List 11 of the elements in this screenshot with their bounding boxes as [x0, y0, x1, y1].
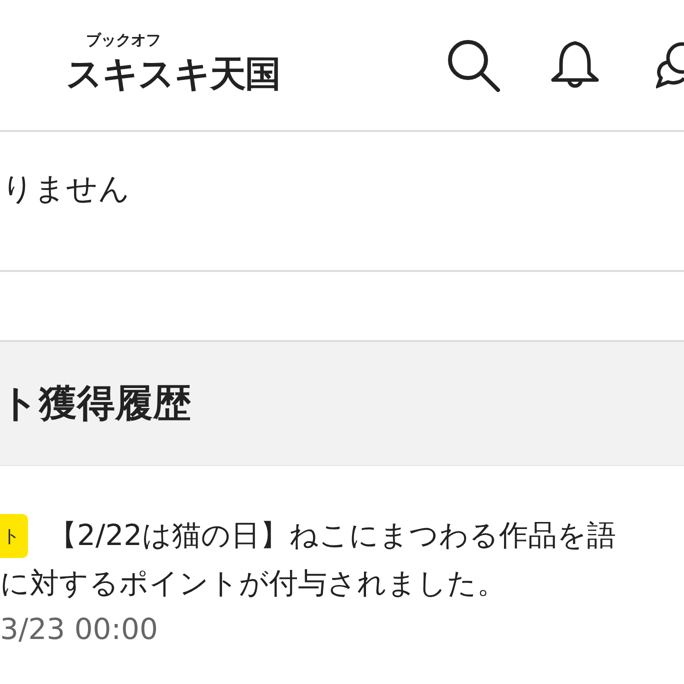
- history-text: に対するポイントが付与されました。: [0, 565, 507, 602]
- search-icon[interactable]: [446, 38, 502, 92]
- bell-icon[interactable]: [550, 40, 600, 90]
- logo[interactable]: スキスキ天国: [66, 50, 280, 99]
- notice-text: りません: [2, 170, 130, 209]
- section-title: ト獲得履歴: [0, 380, 191, 427]
- history-text: 【2/22は猫の日】ねこにまつわる作品を語: [48, 517, 616, 554]
- history-date: 3/23 00:00: [0, 612, 159, 646]
- point-badge: ト: [0, 514, 28, 558]
- chat-icon[interactable]: [656, 40, 684, 90]
- logo-subtitle: ブックオフ: [86, 31, 161, 50]
